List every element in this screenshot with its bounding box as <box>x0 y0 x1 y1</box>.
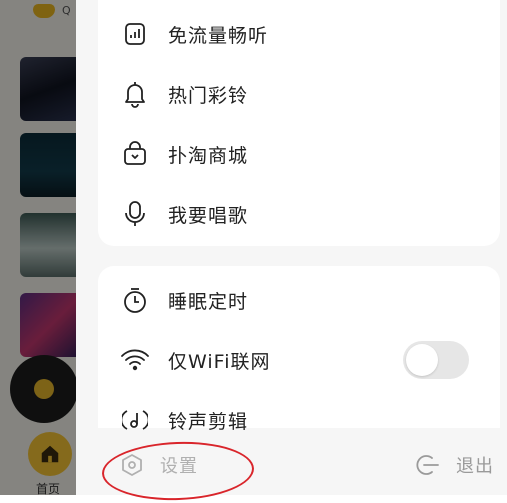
wifi-icon <box>120 345 150 375</box>
timer-icon <box>120 285 150 315</box>
menu-item-free-data[interactable]: 免流量畅听 <box>98 4 500 64</box>
menu-item-label: 热门彩铃 <box>168 84 249 107</box>
toggle-knob <box>406 344 438 376</box>
menu-item-sing[interactable]: 我要唱歌 <box>98 184 500 244</box>
side-drawer: 免流量畅听 热门彩铃 扑淘商城 我要唱歌 睡眠定时 仅WiFi联网 铃声剪辑 设… <box>76 0 507 503</box>
microphone-icon <box>120 199 150 229</box>
menu-item-mall[interactable]: 扑淘商城 <box>98 124 500 184</box>
annotation-circle <box>101 439 255 503</box>
exit-button[interactable]: 退出 <box>414 450 494 480</box>
drawer-bottom-bar: 设置 退出 <box>76 430 507 503</box>
menu-item-label: 睡眠定时 <box>168 290 249 313</box>
menu-card-primary: 免流量畅听 热门彩铃 扑淘商城 我要唱歌 <box>98 0 500 246</box>
menu-item-wifi-only[interactable]: 仅WiFi联网 <box>98 330 500 390</box>
wifi-only-toggle[interactable] <box>403 341 469 379</box>
exit-label: 退出 <box>456 456 494 477</box>
shopping-bag-icon <box>120 139 150 169</box>
menu-item-label: 我要唱歌 <box>168 204 249 227</box>
menu-card-settings: 睡眠定时 仅WiFi联网 铃声剪辑 <box>98 266 500 433</box>
menu-item-label: 免流量畅听 <box>168 24 269 47</box>
menu-item-sleep-timer[interactable]: 睡眠定时 <box>98 270 500 330</box>
menu-item-label: 仅WiFi联网 <box>168 350 271 373</box>
data-saver-icon <box>120 19 150 49</box>
exit-icon <box>416 455 439 475</box>
menu-item-hot-ringtones[interactable]: 热门彩铃 <box>98 64 500 124</box>
menu-item-label: 扑淘商城 <box>168 144 249 167</box>
bell-icon <box>120 79 150 109</box>
